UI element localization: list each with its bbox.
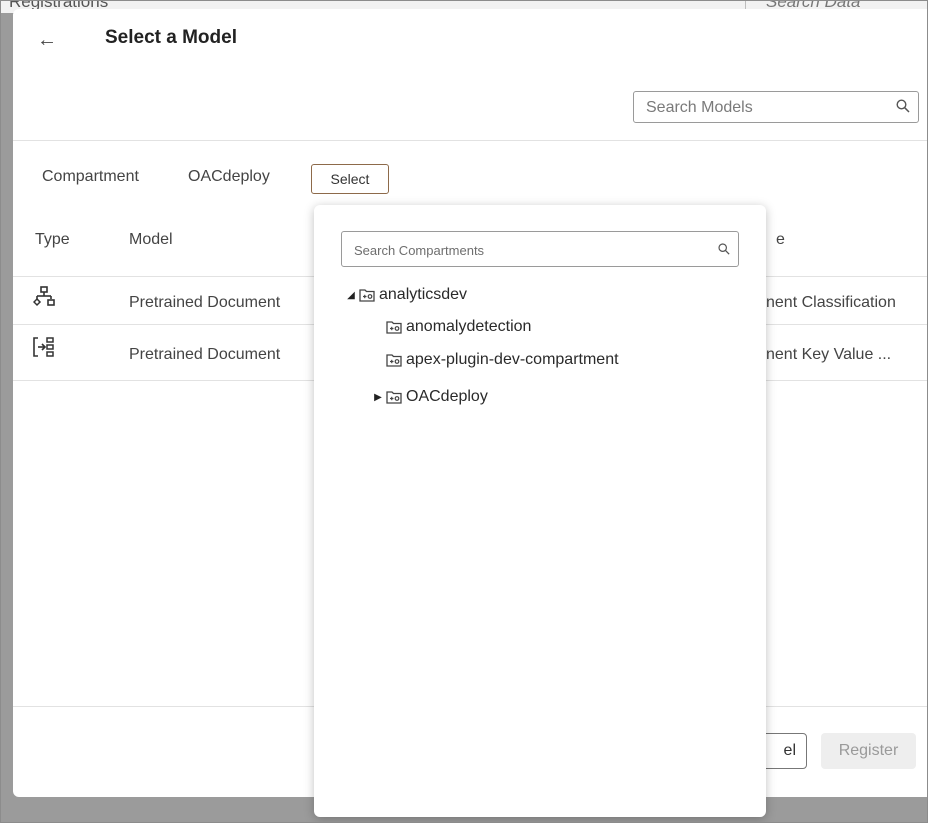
- compartment-folder-icon: [386, 354, 402, 367]
- column-header-type: Type: [35, 231, 70, 248]
- row-2-type: nent Key Value ...: [766, 346, 892, 363]
- tree-node-analyticsdev[interactable]: ◢ analyticsdev: [346, 286, 467, 304]
- compartment-folder-icon: [386, 391, 402, 404]
- header-divider: [13, 140, 927, 141]
- tree-node-apex-plugin-dev-compartment[interactable]: apex-plugin-dev-compartment: [386, 351, 619, 369]
- select-compartment-button[interactable]: Select: [311, 164, 389, 194]
- tree-node-label: OACdeploy: [406, 388, 488, 405]
- row-2-model[interactable]: Pretrained Document: [129, 346, 280, 364]
- tree-node-label: analyticsdev: [379, 286, 468, 303]
- cancel-button-label: el: [783, 742, 796, 759]
- screenshot-frame: Registrations Search Data ← Select a Mod…: [0, 0, 928, 823]
- expanded-triangle-icon[interactable]: ◢: [346, 290, 356, 301]
- row-1-type: nent Classification: [766, 294, 896, 311]
- tree-node-label: anomalydetection: [406, 318, 532, 335]
- classification-tree-icon: [33, 286, 55, 307]
- compartment-picker-popup: ◢ analyticsdev anomalydetection: [314, 205, 766, 817]
- search-icon[interactable]: [896, 99, 910, 113]
- tree-node-label: apex-plugin-dev-compartment: [406, 351, 619, 368]
- column-header-model: Model: [129, 231, 173, 248]
- search-models-field[interactable]: [633, 91, 919, 123]
- column-header-model-type: e: [776, 231, 785, 248]
- search-icon[interactable]: [718, 243, 730, 255]
- collapsed-triangle-icon[interactable]: ▶: [373, 392, 383, 403]
- key-value-icon: [33, 337, 54, 357]
- search-models-input[interactable]: [644, 96, 878, 120]
- compartment-label: Compartment: [42, 168, 139, 185]
- register-button: Register: [821, 733, 916, 769]
- back-arrow-icon[interactable]: ←: [37, 29, 57, 52]
- compartment-value: OACdeploy: [188, 168, 270, 185]
- compartment-folder-icon: [386, 321, 402, 334]
- search-compartments-input[interactable]: [352, 239, 706, 261]
- tree-node-anomalydetection[interactable]: anomalydetection: [386, 318, 531, 336]
- row-1-model[interactable]: Pretrained Document: [129, 294, 280, 312]
- compartment-folder-icon: [359, 289, 375, 302]
- search-compartments-field[interactable]: [341, 231, 739, 267]
- dialog-title: Select a Model: [105, 27, 237, 48]
- tree-node-oacdeploy[interactable]: ▶ OACdeploy: [373, 388, 488, 406]
